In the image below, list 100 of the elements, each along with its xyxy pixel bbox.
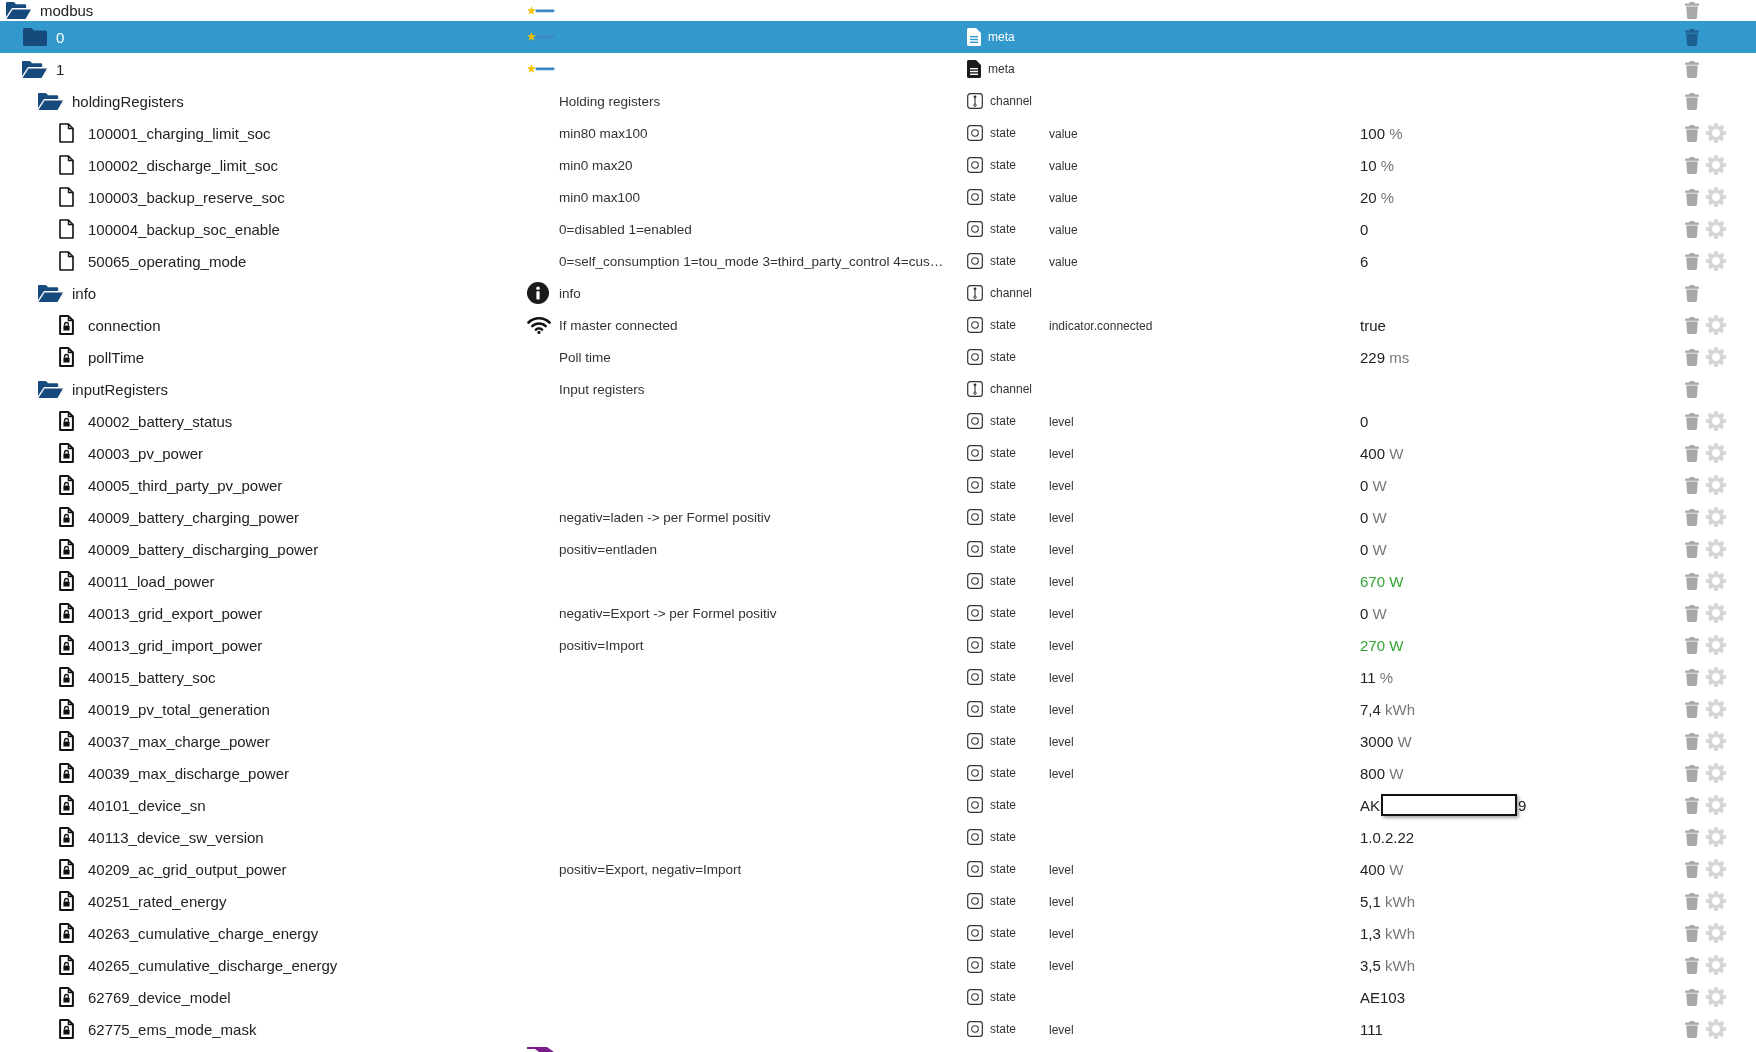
- trash-icon[interactable]: [1685, 476, 1699, 494]
- value-text: 270 W: [1360, 636, 1404, 654]
- trash-icon[interactable]: [1685, 60, 1699, 78]
- settings-icon[interactable]: [1706, 635, 1726, 655]
- trash-icon[interactable]: [1685, 28, 1699, 46]
- settings-icon[interactable]: [1706, 987, 1726, 1007]
- trash-icon[interactable]: [1685, 540, 1699, 558]
- circle-in-square-icon: [967, 605, 983, 621]
- settings-icon[interactable]: [1706, 731, 1726, 751]
- settings-icon[interactable]: [1706, 923, 1726, 943]
- settings-icon[interactable]: [1706, 219, 1726, 239]
- value-text: 5,1 kWh: [1360, 892, 1416, 910]
- trash-icon[interactable]: [1685, 444, 1699, 462]
- settings-icon[interactable]: [1706, 827, 1726, 847]
- trash-icon[interactable]: [1685, 700, 1699, 718]
- settings-icon[interactable]: [1706, 859, 1726, 879]
- settings-icon[interactable]: [1706, 571, 1726, 591]
- trash-icon[interactable]: [1685, 860, 1699, 878]
- value-text: 9: [1518, 796, 1527, 814]
- value-text: 111: [1360, 1020, 1383, 1038]
- trash-icon[interactable]: [1685, 796, 1699, 814]
- type-text: state: [990, 190, 1016, 204]
- settings-icon[interactable]: [1706, 955, 1726, 975]
- trash-icon[interactable]: [1685, 380, 1699, 398]
- trash-icon[interactable]: [1685, 284, 1699, 302]
- type-text: channel: [990, 94, 1033, 108]
- object-name: 40263_cumulative_charge_energy: [88, 924, 319, 942]
- settings-icon[interactable]: [1706, 155, 1726, 175]
- settings-icon[interactable]: [1706, 123, 1726, 143]
- trash-icon[interactable]: [1685, 316, 1699, 334]
- settings-icon[interactable]: [1706, 603, 1726, 623]
- trash-icon[interactable]: [1685, 188, 1699, 206]
- trash-icon[interactable]: [1685, 252, 1699, 270]
- settings-icon[interactable]: [1706, 763, 1726, 783]
- object-name: 100003_backup_reserve_soc: [88, 188, 285, 206]
- role-text: level: [1049, 639, 1074, 653]
- value-text: true: [1360, 316, 1386, 334]
- trash-icon[interactable]: [1685, 508, 1699, 526]
- type-text: state: [990, 766, 1016, 780]
- settings-icon[interactable]: [1706, 475, 1726, 495]
- settings-icon[interactable]: [1706, 891, 1726, 911]
- settings-icon[interactable]: [1706, 699, 1726, 719]
- type-text: state: [990, 734, 1016, 748]
- locked-file-icon: [59, 347, 74, 367]
- trash-icon[interactable]: [1685, 828, 1699, 846]
- settings-icon[interactable]: [1706, 347, 1726, 367]
- trash-icon[interactable]: [1685, 604, 1699, 622]
- object-name: 40019_pv_total_generation: [88, 700, 270, 718]
- locked-file-icon: [59, 731, 74, 751]
- trash-icon[interactable]: [1685, 412, 1699, 430]
- trash-icon[interactable]: [1685, 988, 1699, 1006]
- trash-icon[interactable]: [1685, 156, 1699, 174]
- settings-icon[interactable]: [1706, 507, 1726, 527]
- settings-icon[interactable]: [1706, 667, 1726, 687]
- description-text: positiv=Export, negativ=Import: [559, 861, 742, 877]
- trash-icon[interactable]: [1685, 124, 1699, 142]
- object-name: inputRegisters: [72, 380, 168, 398]
- trash-icon[interactable]: [1685, 220, 1699, 238]
- object-name: 40009_battery_discharging_power: [88, 540, 319, 558]
- role-text: level: [1049, 447, 1074, 461]
- locked-file-icon: [59, 1019, 74, 1039]
- trash-icon[interactable]: [1685, 572, 1699, 590]
- settings-icon[interactable]: [1706, 411, 1726, 431]
- description-text: min0 max100: [559, 189, 641, 205]
- settings-icon[interactable]: [1706, 539, 1726, 559]
- trash-icon[interactable]: [1685, 924, 1699, 942]
- settings-icon[interactable]: [1706, 1019, 1726, 1039]
- value-text: 670 W: [1360, 572, 1404, 590]
- object-name: 40002_battery_status: [88, 412, 233, 430]
- settings-icon[interactable]: [1706, 443, 1726, 463]
- type-text: state: [990, 670, 1016, 684]
- locked-file-icon: [59, 315, 74, 335]
- object-name: 40003_pv_power: [88, 444, 204, 462]
- circle-in-square-icon: [967, 957, 983, 973]
- document-icon: [967, 28, 981, 46]
- trash-icon[interactable]: [1685, 732, 1699, 750]
- trash-icon[interactable]: [1685, 636, 1699, 654]
- object-name: 50065_operating_mode: [88, 252, 247, 270]
- role-text: level: [1049, 607, 1074, 621]
- file-icon: [59, 123, 74, 143]
- type-text: channel: [990, 286, 1033, 300]
- object-name: 40039_max_discharge_power: [88, 764, 289, 782]
- settings-icon[interactable]: [1706, 187, 1726, 207]
- trash-icon[interactable]: [1685, 668, 1699, 686]
- object-name: 40009_battery_charging_power: [88, 508, 299, 526]
- trash-icon[interactable]: [1685, 764, 1699, 782]
- trash-icon[interactable]: [1685, 2, 1699, 19]
- selected-row[interactable]: 0 meta: [0, 21, 1756, 53]
- trash-icon[interactable]: [1685, 348, 1699, 366]
- settings-icon[interactable]: [1706, 795, 1726, 815]
- locked-file-icon: [59, 859, 74, 879]
- settings-icon[interactable]: [1706, 251, 1726, 271]
- object-name: 40015_battery_soc: [88, 668, 216, 686]
- trash-icon[interactable]: [1685, 956, 1699, 974]
- trash-icon[interactable]: [1685, 92, 1699, 110]
- trash-icon[interactable]: [1685, 892, 1699, 910]
- trash-icon[interactable]: [1685, 1020, 1699, 1038]
- type-text: state: [990, 254, 1016, 268]
- type-text: meta: [988, 30, 1015, 44]
- settings-icon[interactable]: [1706, 315, 1726, 335]
